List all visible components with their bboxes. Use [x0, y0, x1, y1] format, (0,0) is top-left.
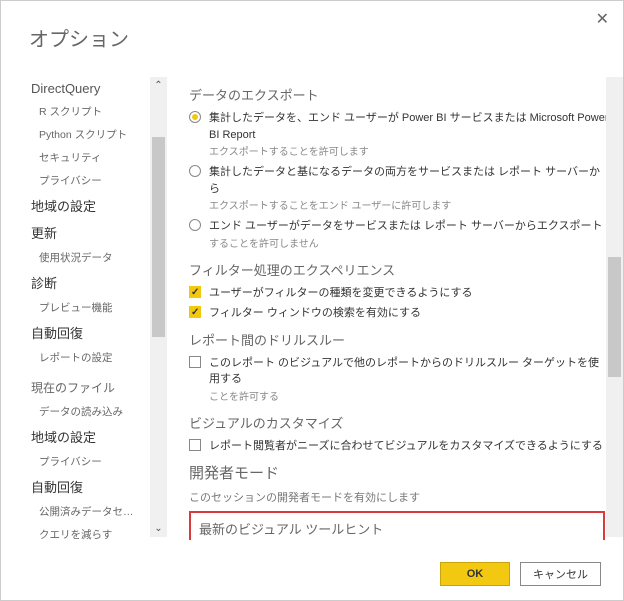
radio-icon[interactable] [189, 111, 201, 123]
scroll-thumb[interactable] [152, 137, 165, 337]
sidebar-item[interactable]: 地域の設定 [17, 423, 147, 450]
sidebar-item[interactable]: 公開済みデータセット... [17, 500, 147, 523]
scroll-down-icon[interactable]: ⌄ [150, 520, 167, 537]
checkbox-icon[interactable] [189, 306, 201, 318]
sidebar-item[interactable]: 現在のファイル [17, 375, 147, 400]
sidebar-item[interactable]: レポートの設定 [17, 346, 147, 369]
close-icon[interactable]: ✕ [596, 9, 609, 29]
option-label: ユーザーがフィルターの種類を変更できるようにする [209, 285, 472, 302]
options-dialog: ✕ オプション DirectQueryR スクリプトPython スクリプトセキ… [0, 0, 624, 601]
content-pane: データのエクスポート 集計したデータを、エンド ユーザーが Power BI サ… [167, 71, 623, 540]
sidebar-item[interactable]: プレビュー機能 [17, 296, 147, 319]
scroll-up-icon[interactable]: ⌃ [150, 77, 167, 94]
sidebar-item[interactable]: 地域の設定 [17, 192, 147, 219]
sidebar-item[interactable]: 使用状況データ [17, 246, 147, 269]
dev-desc: このセッションの開発者モードを有効にします [189, 489, 609, 505]
sidebar-item[interactable]: DirectQuery [17, 77, 147, 100]
option-label: フィルター ウィンドウの検索を有効にする [209, 305, 421, 322]
sidebar-item[interactable]: データの読み込み [17, 400, 147, 423]
checkbox-icon[interactable] [189, 356, 201, 368]
sidebar-item[interactable]: プライバシー [17, 169, 147, 192]
option-label: レポート閲覧者がニーズに合わせてビジュアルをカスタマイズできるようにする [209, 438, 603, 455]
scroll-thumb[interactable] [608, 257, 621, 377]
checkbox-icon[interactable] [189, 439, 201, 451]
cancel-button[interactable]: キャンセル [520, 562, 601, 586]
filter-option-1[interactable]: ユーザーがフィルターの種類を変更できるようにする [189, 285, 609, 302]
drill-option-1[interactable]: このレポート のビジュアルで他のレポートからのドリルスルー ターゲットを使用する [189, 355, 609, 388]
sidebar-item[interactable]: 自動回復 [17, 319, 147, 346]
option-label: 集計したデータを、エンド ユーザーが Power BI サービスまたは Micr… [209, 110, 609, 143]
export-option-3[interactable]: エンド ユーザーがデータをサービスまたは レポート サーバーからエクスポート [189, 218, 609, 235]
ok-button[interactable]: OK [440, 562, 510, 586]
sidebar-item[interactable]: 自動回復 [17, 473, 147, 500]
checkbox-icon[interactable] [189, 286, 201, 298]
sidebar-item[interactable]: Python スクリプト [17, 123, 147, 146]
sidebar-item[interactable]: クエリを減らす [17, 523, 147, 540]
option-subtext: エクスポートすることをエンド ユーザーに許可します [209, 200, 609, 214]
sidebar-scrollbar[interactable]: ⌃ ⌄ [150, 77, 167, 537]
highlighted-section: 最新のビジュアル ツールヒント ドリル アクションと更新されたスタイルを持つ最新… [189, 511, 605, 540]
export-option-2[interactable]: 集計したデータと基になるデータの両方をサービスまたは レポート サーバーから [189, 164, 609, 197]
option-label: 集計したデータと基になるデータの両方をサービスまたは レポート サーバーから [209, 164, 609, 197]
radio-icon[interactable] [189, 219, 201, 231]
section-dev: 開発者モード [189, 462, 609, 483]
section-tooltip: 最新のビジュアル ツールヒント [199, 519, 595, 538]
export-option-1[interactable]: 集計したデータを、エンド ユーザーが Power BI サービスまたは Micr… [189, 110, 609, 143]
section-drill: レポート間のドリルスルー [189, 330, 609, 349]
section-filter: フィルター処理のエクスペリエンス [189, 260, 609, 279]
content-scrollbar[interactable] [606, 77, 623, 537]
sidebar-item[interactable]: 診断 [17, 269, 147, 296]
sidebar-item[interactable]: 更新 [17, 219, 147, 246]
sidebar: DirectQueryR スクリプトPython スクリプトセキュリティプライバ… [17, 71, 167, 540]
option-subtext: することを許可しません [209, 238, 609, 252]
sidebar-item[interactable]: プライバシー [17, 450, 147, 473]
visual-option-1[interactable]: レポート閲覧者がニーズに合わせてビジュアルをカスタマイズできるようにする [189, 438, 609, 455]
option-label: このレポート のビジュアルで他のレポートからのドリルスルー ターゲットを使用する [209, 355, 609, 388]
section-export: データのエクスポート [189, 85, 609, 104]
option-subtext: エクスポートすることを許可します [209, 146, 609, 160]
option-label: エンド ユーザーがデータをサービスまたは レポート サーバーからエクスポート [209, 218, 603, 235]
radio-icon[interactable] [189, 165, 201, 177]
sidebar-item[interactable]: R スクリプト [17, 100, 147, 123]
section-visual: ビジュアルのカスタマイズ [189, 413, 609, 432]
option-subtext: ことを許可する [209, 391, 609, 405]
dialog-footer: OK キャンセル [440, 562, 601, 586]
filter-option-2[interactable]: フィルター ウィンドウの検索を有効にする [189, 305, 609, 322]
dialog-title: オプション [1, 1, 623, 52]
sidebar-item[interactable]: セキュリティ [17, 146, 147, 169]
